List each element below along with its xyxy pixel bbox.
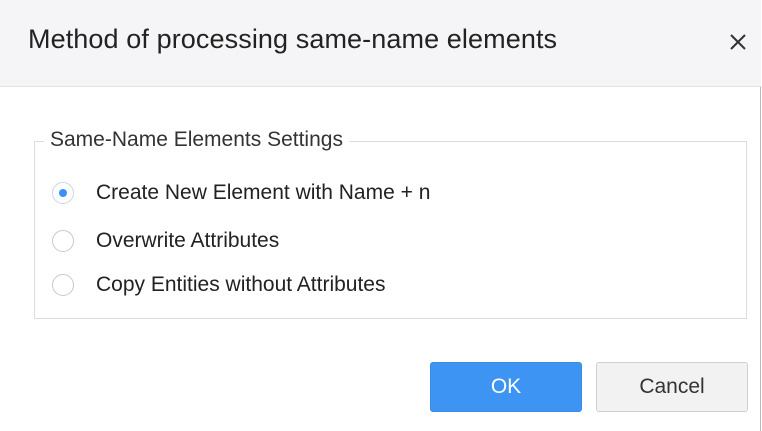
option-label: Overwrite Attributes xyxy=(96,229,280,252)
radio-create-new-element[interactable] xyxy=(52,182,74,204)
radio-copy-entities[interactable] xyxy=(52,274,74,296)
close-button[interactable] xyxy=(722,26,754,58)
ok-button[interactable]: OK xyxy=(430,362,582,412)
option-label: Copy Entities without Attributes xyxy=(96,273,386,296)
radio-overwrite-attributes[interactable] xyxy=(52,230,74,252)
settings-group-legend: Same-Name Elements Settings xyxy=(44,128,349,152)
cancel-button[interactable]: Cancel xyxy=(596,362,748,412)
option-overwrite-attributes[interactable]: Overwrite Attributes xyxy=(52,226,279,256)
dialog: Method of processing same-name elements … xyxy=(0,0,761,431)
option-create-new-element[interactable]: Create New Element with Name + n xyxy=(52,178,430,208)
dialog-title: Method of processing same-name elements xyxy=(28,24,558,54)
option-label: Create New Element with Name + n xyxy=(96,181,431,204)
option-copy-entities[interactable]: Copy Entities without Attributes xyxy=(52,270,385,300)
dialog-title-bar: Method of processing same-name elements xyxy=(0,0,761,87)
close-icon xyxy=(730,34,746,50)
